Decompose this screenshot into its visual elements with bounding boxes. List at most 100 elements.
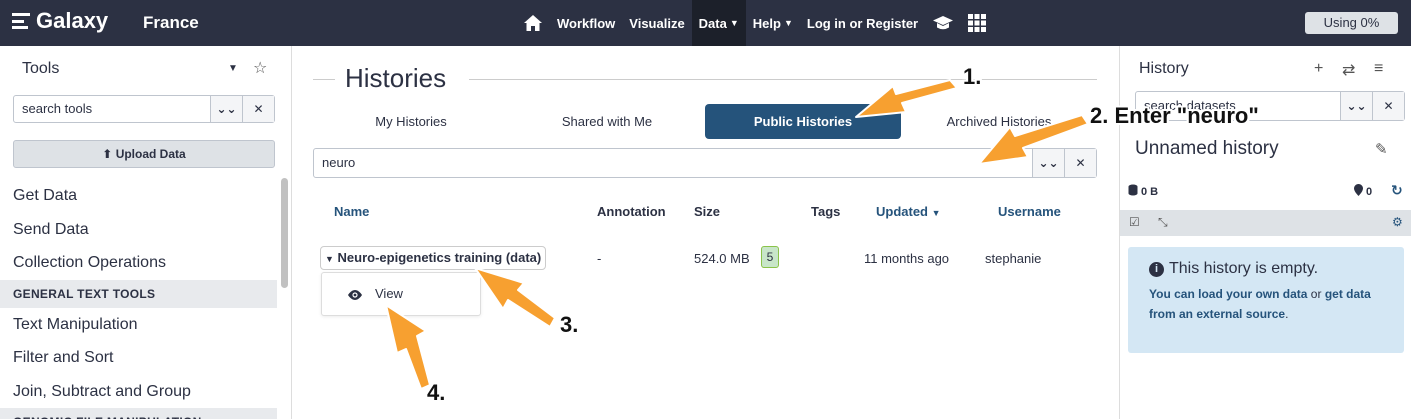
column-header-tags: Tags	[811, 204, 841, 219]
graduation-cap-icon[interactable]	[925, 0, 961, 46]
history-filter-value: neuro	[322, 155, 356, 170]
history-count-value: 0	[1366, 185, 1373, 198]
tool-section-get-data[interactable]: Get Data	[0, 179, 277, 213]
masthead: Galaxy France Workflow Visualize Data ▼ H…	[0, 0, 1411, 46]
tool-search-input[interactable]: search tools ⌄⌄ ✕	[13, 95, 275, 123]
history-filter-input[interactable]: neuro ⌄⌄ ✕	[313, 148, 1097, 178]
history-actions-dropdown: View	[321, 272, 481, 316]
history-toolbar: ☑ ⤡ ⚙	[1120, 210, 1411, 236]
eye-icon	[347, 288, 363, 306]
galaxy-logo-icon	[12, 13, 30, 29]
nav-help-label: Help	[752, 15, 781, 31]
caret-down-icon[interactable]: ▼	[228, 63, 238, 74]
dataset-count-badge: 5	[761, 246, 779, 268]
history-annotation: -	[597, 251, 602, 266]
advanced-search-icon[interactable]: ⌄⌄	[210, 96, 242, 122]
history-panel-title: History	[1139, 60, 1189, 77]
caret-down-icon: ▼	[783, 18, 793, 28]
column-header-updated-label: Updated	[876, 204, 928, 219]
brand-subtitle: France	[143, 13, 199, 32]
history-size-stat[interactable]: 0 B	[1128, 184, 1158, 199]
tool-panel: Tools ▼ ☆ search tools ⌄⌄ ✕ ⬆ Upload Dat…	[0, 46, 292, 419]
gear-icon[interactable]: ⚙	[1392, 215, 1403, 229]
pencil-icon[interactable]: ✎	[1375, 140, 1388, 158]
select-all-icon[interactable]: ☑	[1129, 215, 1140, 229]
advanced-search-icon[interactable]: ⌄⌄	[1340, 92, 1372, 120]
nav-help[interactable]: Help ▼	[746, 0, 800, 46]
info-icon: i	[1149, 261, 1164, 277]
column-header-updated[interactable]: Updated ▼	[876, 204, 941, 219]
tool-section-header-general: GENERAL TEXT TOOLS	[0, 279, 277, 308]
main-nav: Workflow Visualize Data ▼ Help ▼ Log in or…	[516, 0, 993, 46]
empty-history-message: i This history is empty. You can load yo…	[1128, 247, 1404, 353]
history-tabs: My Histories Shared with Me Public Histo…	[313, 104, 1103, 140]
annotation-step-2: 2. Enter "neuro"	[1090, 103, 1259, 128]
tool-panel-scrollbar[interactable]	[281, 178, 288, 288]
history-count-stat[interactable]: 0	[1354, 184, 1372, 199]
tool-list: Get Data Send Data Collection Operations…	[0, 179, 277, 419]
history-name-button[interactable]: ▼ Neuro-epigenetics training (data)	[320, 246, 547, 270]
upload-data-button[interactable]: ⬆ Upload Data	[13, 140, 275, 168]
caret-down-icon: ▼	[729, 18, 739, 28]
star-icon[interactable]: ☆	[253, 58, 267, 78]
tool-section-text-manipulation[interactable]: Text Manipulation	[0, 308, 277, 342]
empty-history-title-text: This history is empty.	[1169, 260, 1319, 277]
history-username: stephanie	[985, 251, 1042, 266]
tool-section-filter-sort[interactable]: Filter and Sort	[0, 341, 277, 375]
nav-visualize[interactable]: Visualize	[622, 0, 691, 46]
switch-history-icon[interactable]: ⇄	[1342, 60, 1355, 80]
refresh-icon[interactable]: ↻	[1391, 182, 1403, 199]
tab-archived-histories[interactable]: Archived Histories	[901, 104, 1097, 139]
tool-section-send-data[interactable]: Send Data	[0, 213, 277, 247]
tool-panel-title: Tools	[22, 60, 60, 77]
nav-data[interactable]: Data ▼	[691, 0, 746, 46]
clear-icon[interactable]: ✕	[1372, 92, 1404, 120]
home-icon[interactable]	[516, 0, 550, 46]
upload-label: Upload Data	[115, 147, 186, 161]
empty-history-title: i This history is empty.	[1149, 260, 1318, 278]
heading-divider-left	[313, 79, 335, 80]
tab-my-histories[interactable]: My Histories	[313, 104, 509, 139]
clear-filter-icon[interactable]: ✕	[1064, 149, 1096, 177]
dropdown-item-view-label: View	[375, 286, 403, 301]
history-size-value: 0 B	[1141, 185, 1159, 198]
clear-icon[interactable]: ✕	[242, 96, 274, 122]
advanced-filter-icon[interactable]: ⌄⌄	[1032, 149, 1064, 177]
tool-section-join-subtract-group[interactable]: Join, Subtract and Group	[0, 375, 277, 409]
column-header-annotation: Annotation	[597, 204, 666, 219]
tool-section-header-genomic: GENOMIC FILE MANIPULATION	[0, 408, 277, 419]
annotation-step-1: 1.	[963, 64, 982, 89]
tool-section-collection-operations[interactable]: Collection Operations	[0, 246, 277, 280]
history-size: 524.0 MB	[694, 251, 750, 266]
tool-search-placeholder: search tools	[22, 101, 93, 116]
caret-down-icon: ▼	[325, 254, 334, 264]
annotation-step-4: 4.	[427, 380, 446, 405]
page-title: Histories	[345, 63, 447, 93]
collapse-icon[interactable]: ⤡	[1158, 215, 1168, 230]
history-name[interactable]: Unnamed history	[1135, 138, 1279, 160]
empty-or-text: or	[1307, 287, 1325, 301]
empty-end-text: .	[1285, 307, 1289, 321]
menu-bars-icon[interactable]: ≡	[1374, 60, 1383, 78]
history-panel: History + ⇄ ≡ search datasets ⌄⌄ ✕ Unnam…	[1119, 46, 1411, 419]
tab-shared-with-me[interactable]: Shared with Me	[509, 104, 705, 139]
tab-public-histories[interactable]: Public Histories	[705, 104, 901, 139]
history-updated: 11 months ago	[864, 251, 950, 266]
history-name-label: Neuro-epigenetics training (data)	[337, 250, 542, 265]
column-header-name[interactable]: Name	[334, 204, 369, 219]
nav-login[interactable]: Log in or Register	[800, 0, 925, 46]
plus-icon[interactable]: +	[1314, 60, 1323, 78]
heading-divider-right	[469, 79, 1097, 80]
apps-grid-icon[interactable]	[961, 0, 993, 46]
database-icon	[1128, 184, 1138, 199]
empty-history-help: You can load your own data or get data f…	[1149, 284, 1389, 324]
upload-icon: ⬆	[102, 147, 113, 161]
nav-data-label: Data	[698, 15, 727, 31]
quota-meter[interactable]: Using 0%	[1305, 12, 1398, 34]
column-header-username[interactable]: Username	[998, 204, 1061, 219]
load-own-data-link[interactable]: You can load your own data	[1149, 287, 1307, 301]
nav-workflow[interactable]: Workflow	[550, 0, 622, 46]
brand-link[interactable]: Galaxy	[12, 8, 108, 34]
brand-title: Galaxy	[36, 8, 109, 33]
sort-desc-icon: ▼	[931, 208, 941, 218]
